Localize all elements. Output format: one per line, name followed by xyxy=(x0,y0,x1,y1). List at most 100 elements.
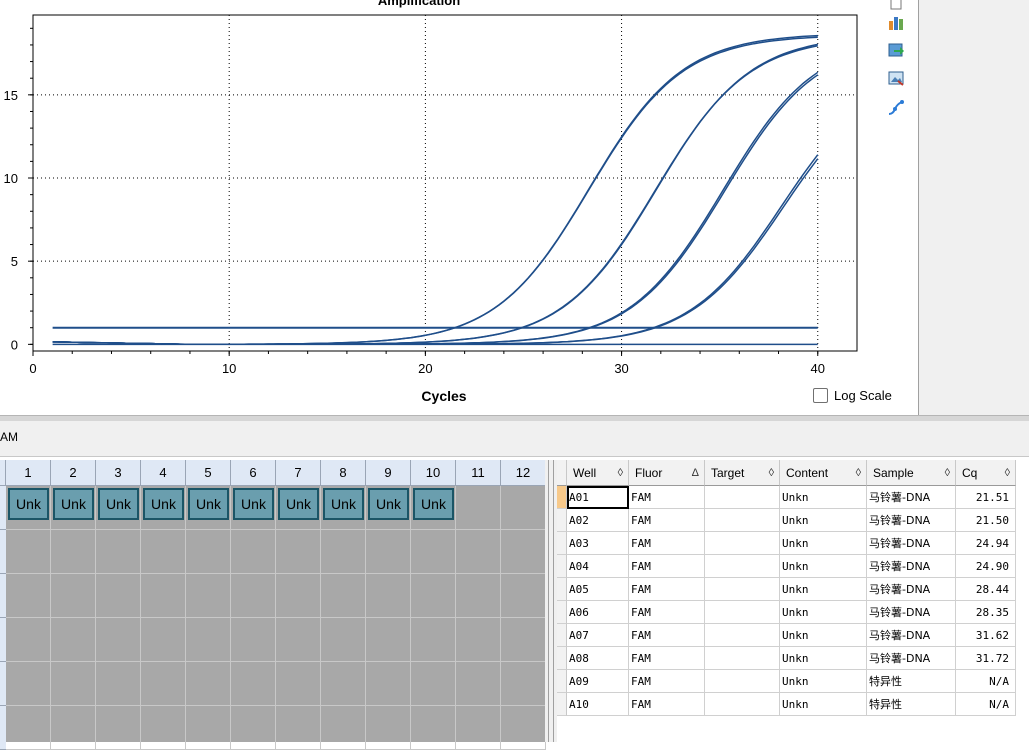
plate-well[interactable] xyxy=(501,706,546,750)
plate-well[interactable] xyxy=(231,530,276,574)
sort-icon[interactable]: ◊ xyxy=(769,467,774,479)
plate-well-unknown[interactable]: Unk xyxy=(143,488,184,520)
table-cell[interactable]: 马铃薯-DNA xyxy=(867,624,956,647)
table-cell[interactable]: 特异性 xyxy=(867,670,956,693)
plate-column-header[interactable]: 7 xyxy=(276,460,321,486)
table-cell[interactable]: FAM xyxy=(629,555,705,578)
table-cell[interactable]: 马铃薯-DNA xyxy=(867,555,956,578)
plate-well[interactable] xyxy=(321,530,366,574)
plate-column-header[interactable]: 10 xyxy=(411,460,456,486)
table-cell[interactable]: FAM xyxy=(629,486,705,509)
plate-well-unknown[interactable]: Unk xyxy=(323,488,364,520)
plate-column-header[interactable]: 4 xyxy=(141,460,186,486)
table-cell[interactable] xyxy=(705,555,780,578)
plate-column-header[interactable]: 3 xyxy=(96,460,141,486)
row-selector[interactable] xyxy=(557,601,567,624)
table-cell[interactable]: 31.62 xyxy=(956,624,1016,647)
plate-well[interactable] xyxy=(276,574,321,618)
plate-well[interactable] xyxy=(411,574,456,618)
table-cell[interactable]: A07 xyxy=(567,624,629,647)
plate-well-unknown[interactable]: Unk xyxy=(368,488,409,520)
plate-well[interactable] xyxy=(51,706,96,750)
plate-well[interactable] xyxy=(321,574,366,618)
table-cell[interactable]: A04 xyxy=(567,555,629,578)
plate-well[interactable] xyxy=(96,574,141,618)
table-cell[interactable] xyxy=(705,693,780,716)
row-selector[interactable] xyxy=(557,693,567,716)
column-header-cq[interactable]: Cq ◊ xyxy=(956,460,1016,486)
table-cell[interactable]: A03 xyxy=(567,532,629,555)
plate-well[interactable] xyxy=(366,662,411,706)
plate-column-header[interactable]: 1 xyxy=(6,460,51,486)
table-cell[interactable]: FAM xyxy=(629,693,705,716)
table-cell[interactable]: A05 xyxy=(567,578,629,601)
table-cell[interactable]: A08 xyxy=(567,647,629,670)
column-header-target[interactable]: Target ◊ xyxy=(705,460,780,486)
plate-well[interactable] xyxy=(276,662,321,706)
chart-bars-icon[interactable] xyxy=(885,11,907,33)
plate-well[interactable] xyxy=(456,574,501,618)
table-cell[interactable]: A01 xyxy=(567,486,629,509)
plate-well[interactable] xyxy=(96,530,141,574)
sort-icon[interactable]: ◊ xyxy=(856,467,861,479)
plate-well[interactable] xyxy=(366,706,411,750)
plate-well[interactable] xyxy=(6,618,51,662)
plate-well[interactable] xyxy=(231,574,276,618)
row-selector[interactable] xyxy=(557,555,567,578)
row-selector[interactable] xyxy=(557,670,567,693)
table-cell[interactable]: A02 xyxy=(567,509,629,532)
sort-icon[interactable]: ◊ xyxy=(618,467,623,479)
table-cell[interactable] xyxy=(705,670,780,693)
plate-well[interactable] xyxy=(411,618,456,662)
row-selector[interactable] xyxy=(557,509,567,532)
sort-icon[interactable]: ◊ xyxy=(945,467,950,479)
sort-icon[interactable]: Δ xyxy=(692,467,699,479)
table-cell[interactable]: Unkn xyxy=(780,532,867,555)
table-cell[interactable]: FAM xyxy=(629,509,705,532)
plate-well[interactable] xyxy=(411,662,456,706)
table-cell[interactable]: Unkn xyxy=(780,693,867,716)
plate-well[interactable] xyxy=(186,530,231,574)
plate-well[interactable] xyxy=(456,662,501,706)
plate-well[interactable] xyxy=(366,530,411,574)
table-cell[interactable]: 马铃薯-DNA xyxy=(867,578,956,601)
table-cell[interactable]: Unkn xyxy=(780,555,867,578)
table-cell[interactable]: FAM xyxy=(629,601,705,624)
curve-icon[interactable] xyxy=(885,97,907,119)
table-cell[interactable]: N/A xyxy=(956,693,1016,716)
table-cell[interactable]: 马铃薯-DNA xyxy=(867,532,956,555)
table-cell[interactable]: 特异性 xyxy=(867,693,956,716)
plate-well[interactable] xyxy=(186,574,231,618)
plate-well[interactable] xyxy=(6,574,51,618)
table-cell[interactable]: 24.94 xyxy=(956,532,1016,555)
plate-well-unknown[interactable]: Unk xyxy=(53,488,94,520)
plate-well[interactable] xyxy=(501,618,546,662)
table-cell[interactable] xyxy=(705,509,780,532)
table-cell[interactable]: A10 xyxy=(567,693,629,716)
plate-column-header[interactable]: 12 xyxy=(501,460,546,486)
plate-column-header[interactable]: 11 xyxy=(456,460,501,486)
plate-well[interactable] xyxy=(321,618,366,662)
table-cell[interactable]: FAM xyxy=(629,532,705,555)
table-cell[interactable]: 马铃薯-DNA xyxy=(867,647,956,670)
plate-well[interactable] xyxy=(231,618,276,662)
plate-well[interactable] xyxy=(141,706,186,750)
plate-well[interactable] xyxy=(96,618,141,662)
plate-column-header[interactable]: 9 xyxy=(366,460,411,486)
table-cell[interactable]: 21.50 xyxy=(956,509,1016,532)
plate-well[interactable] xyxy=(6,530,51,574)
plate-well[interactable] xyxy=(51,662,96,706)
table-cell[interactable]: 马铃薯-DNA xyxy=(867,601,956,624)
table-cell[interactable] xyxy=(705,486,780,509)
table-cell[interactable]: FAM xyxy=(629,624,705,647)
plate-well[interactable] xyxy=(51,574,96,618)
column-header-content[interactable]: Content ◊ xyxy=(780,460,867,486)
table-cell[interactable] xyxy=(705,647,780,670)
table-cell[interactable]: Unkn xyxy=(780,670,867,693)
plate-well[interactable] xyxy=(6,662,51,706)
plate-well[interactable] xyxy=(141,662,186,706)
table-cell[interactable] xyxy=(705,578,780,601)
table-cell[interactable]: A09 xyxy=(567,670,629,693)
plate-well[interactable] xyxy=(186,706,231,750)
plate-well[interactable] xyxy=(456,706,501,750)
